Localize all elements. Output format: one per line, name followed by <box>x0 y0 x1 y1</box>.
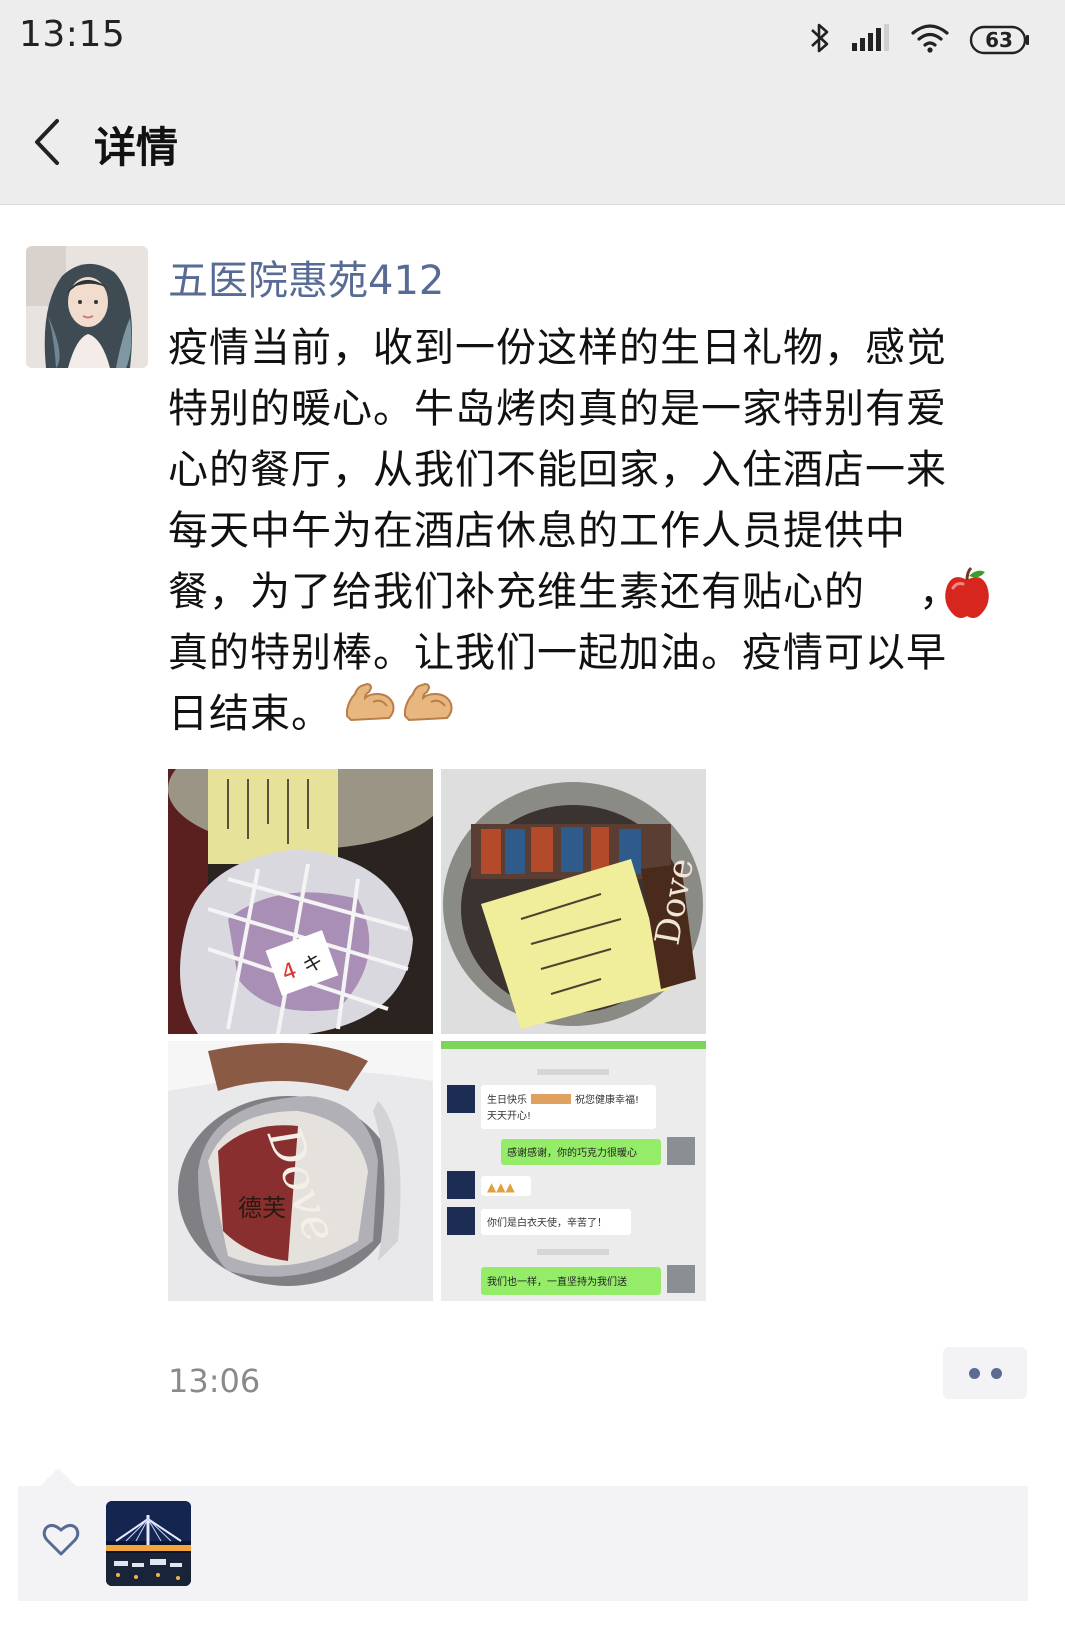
likes-caret <box>40 1468 76 1486</box>
status-icons: 63 <box>809 20 1031 60</box>
svg-text:▲▲▲: ▲▲▲ <box>487 1180 515 1194</box>
back-button[interactable] <box>18 112 74 176</box>
post-time: 13:06 <box>168 1362 261 1400</box>
bluetooth-icon <box>809 21 831 59</box>
photo-4[interactable]: 生日快乐 祝您健康幸福! 天天开心! 感谢感谢，你的巧克力很暖心 ▲▲▲ 你们是… <box>441 1041 706 1301</box>
photo-2[interactable]: Dove <box>441 769 706 1034</box>
author-name[interactable]: 五医院惠苑412 <box>168 248 444 306</box>
heart-outline-icon <box>42 1522 80 1562</box>
navigation-header: 详情 <box>0 86 1065 205</box>
battery-level: 63 <box>985 28 1013 52</box>
author-avatar[interactable] <box>26 246 148 368</box>
svg-text:感谢感谢，你的巧克力很暖心: 感谢感谢，你的巧克力很暖心 <box>507 1146 637 1159</box>
svg-text:祝您健康幸福!: 祝您健康幸福! <box>575 1093 639 1106</box>
dot-icon <box>969 1368 980 1379</box>
flexed-biceps-emoji <box>401 680 455 726</box>
status-bar: 13:15 63 <box>0 0 1065 86</box>
page-title: 详情 <box>94 123 179 172</box>
post-text: 疫情当前，收到一份这样的生日礼物，感觉 特别的暖心。牛岛烤肉真的是一家特别有爱 … <box>168 318 1034 745</box>
emoji-row <box>343 680 455 726</box>
chevron-left-icon <box>31 117 61 171</box>
status-time: 13:15 <box>19 14 126 55</box>
likes-panel <box>18 1486 1028 1601</box>
battery-icon: 63 <box>969 25 1031 55</box>
svg-text:生日快乐: 生日快乐 <box>487 1093 527 1106</box>
wifi-icon <box>911 23 949 57</box>
apple-emoji <box>941 566 993 624</box>
photo-3[interactable]: Dove 德芙 <box>168 1041 433 1301</box>
dot-icon <box>991 1368 1002 1379</box>
post-text-body: 疫情当前，收到一份这样的生日礼物，感觉 特别的暖心。牛岛烤肉真的是一家特别有爱 … <box>168 325 947 615</box>
photo-1[interactable]: 4 キ <box>168 769 433 1034</box>
flexed-biceps-emoji <box>343 680 397 726</box>
more-actions-button[interactable] <box>943 1347 1027 1399</box>
svg-text:天天开心!: 天天开心! <box>487 1110 531 1122</box>
chocolate-brand-text: 德芙 <box>238 1194 286 1222</box>
signal-icon <box>851 23 891 57</box>
svg-text:你们是白衣天使，辛苦了！: 你们是白衣天使，辛苦了！ <box>487 1216 607 1229</box>
svg-text:我们也一样，一直坚持为我们送: 我们也一样，一直坚持为我们送 <box>487 1275 627 1288</box>
liker-avatar[interactable] <box>106 1501 191 1586</box>
